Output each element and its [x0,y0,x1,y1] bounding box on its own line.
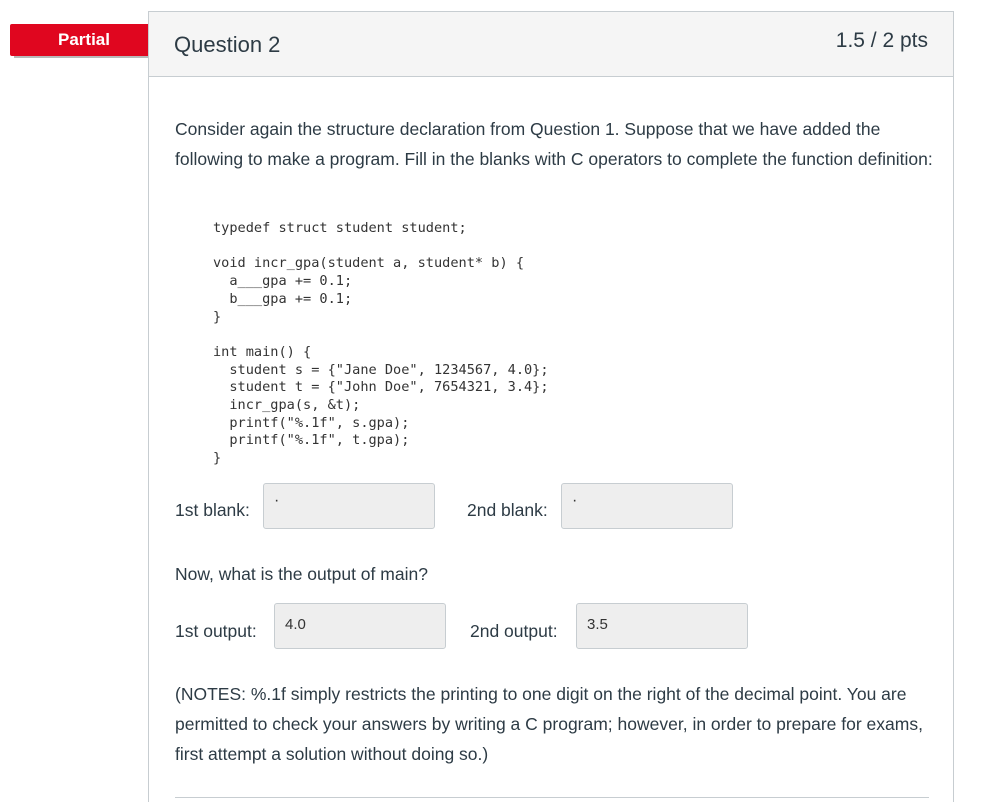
code-line: b___gpa += 0.1; [213,290,353,307]
output2-label: 2nd output: [470,621,558,641]
code-line: a___gpa += 0.1; [213,273,353,290]
question-header: Question 2 1.5 / 2 pts [149,12,953,77]
output2-answer[interactable]: 3.5 [576,603,748,649]
question-notes: (NOTES: %.1f simply restricts the printi… [175,684,923,764]
code-line: } [213,450,222,467]
code-line: int main() { [213,343,312,360]
blank2-answer[interactable]: · [561,483,733,529]
question-points: 1.5 / 2 pts [835,29,928,52]
code-block: typedef struct student student; void inc… [213,220,549,468]
code-line: typedef struct student student; [213,220,467,236]
question-intro: Consider again the structure declaration… [175,119,933,169]
code-line: printf("%.1f", t.gpa); [213,432,410,449]
code-line: student s = {"Jane Doe", 1234567, 4.0}; [213,361,549,378]
blank1-label: 1st blank: [175,500,250,520]
ribbon-shadow [14,56,148,58]
output1-answer[interactable]: 4.0 [274,603,446,649]
divider [175,797,929,798]
question-card: Question 2 1.5 / 2 pts Consider again th… [148,11,954,802]
output1-label: 1st output: [175,621,257,641]
quiz-page: Partial Question 2 1.5 / 2 pts Consider … [0,0,995,802]
code-line: } [213,308,222,325]
code-line: incr_gpa(s, &t); [213,397,361,414]
output-prompt: Now, what is the output of main? [175,564,428,584]
blank1-answer[interactable]: · [263,483,435,529]
code-line: void incr_gpa(student a, student* b) { [213,255,524,272]
code-line: printf("%.1f", s.gpa); [213,414,410,431]
code-line: student t = {"John Doe", 7654321, 3.4}; [213,379,549,396]
partial-ribbon: Partial [10,24,166,56]
blank2-label: 2nd blank: [467,500,548,520]
question-title: Question 2 [174,32,281,57]
